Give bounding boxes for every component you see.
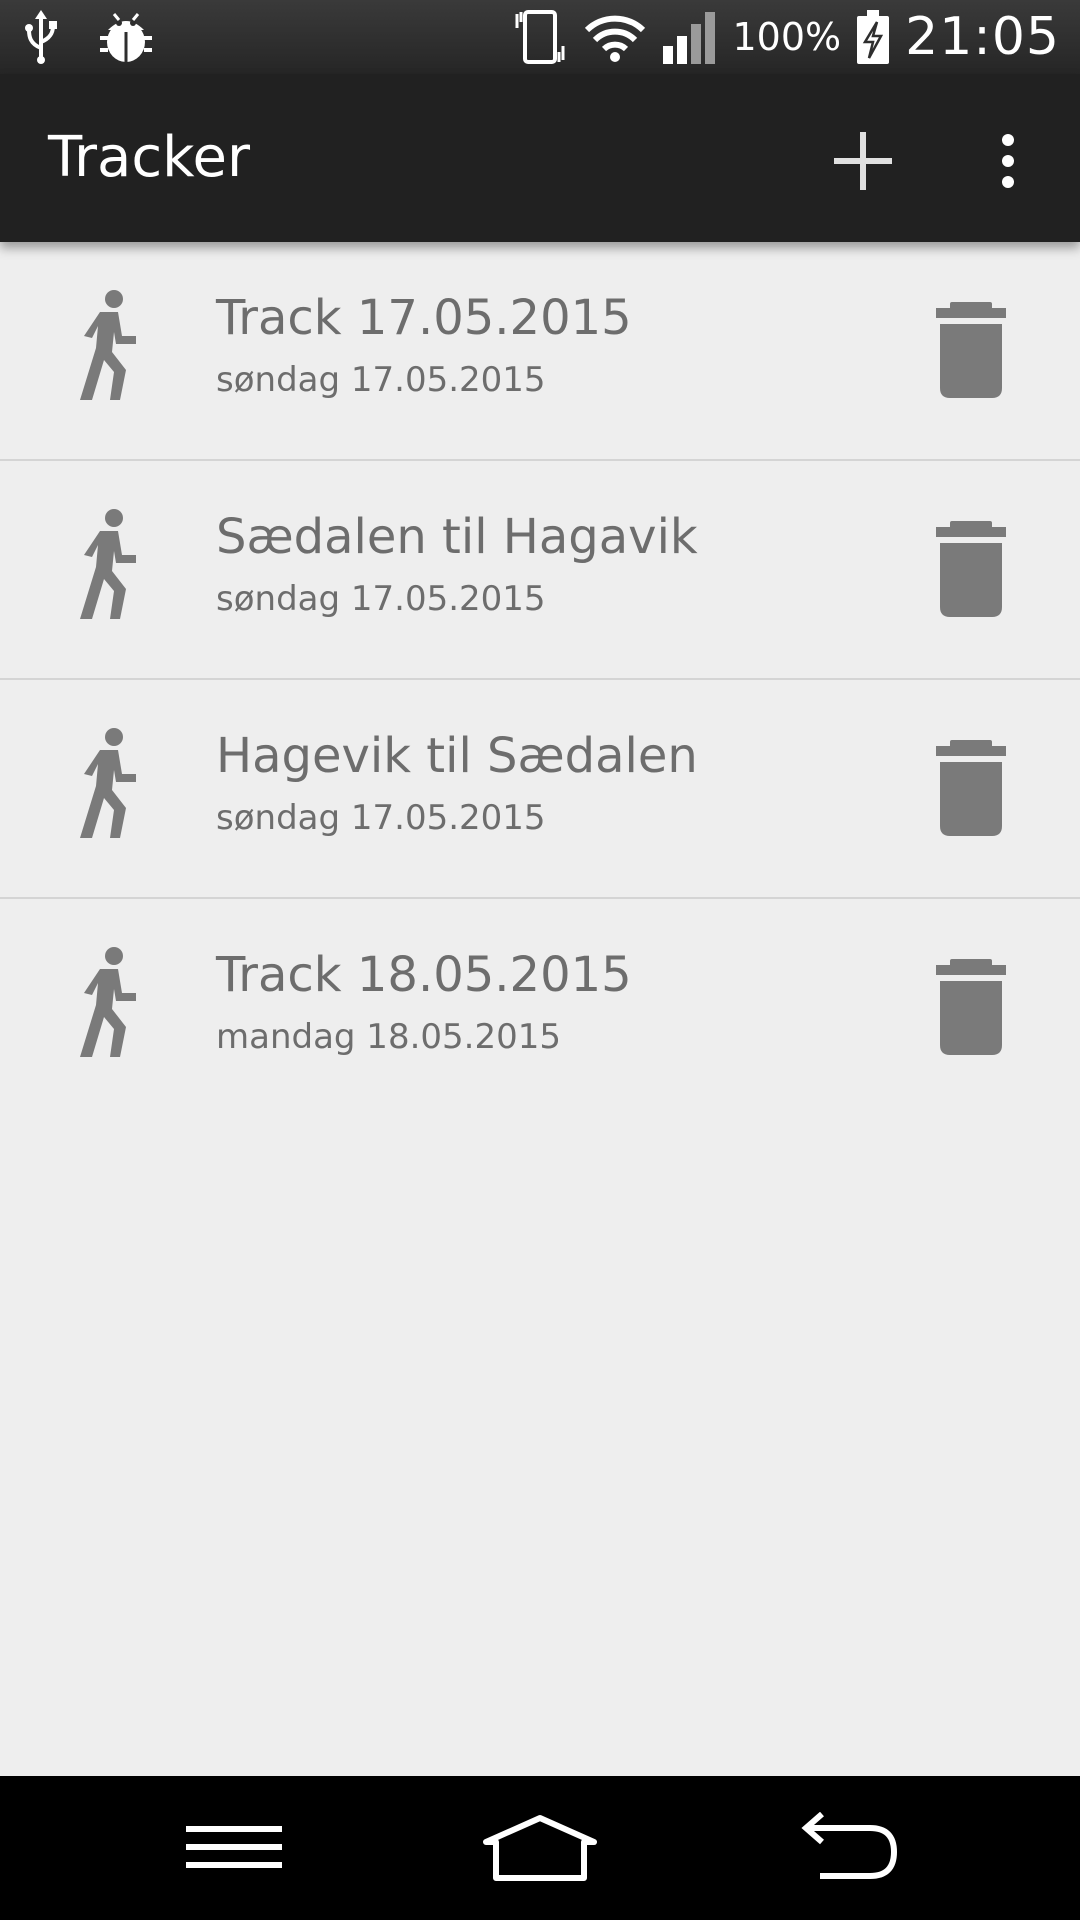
menu-icon [186,1826,282,1868]
action-bar: Tracker [0,74,1080,242]
track-list-item[interactable]: Hagevik til Sædalen søndag 17.05.2015 [0,680,1080,899]
vibrate-icon [511,8,569,66]
track-list-item[interactable]: Track 18.05.2015 mandag 18.05.2015 [0,899,1080,1116]
delete-track-button[interactable] [934,302,1008,398]
add-track-button[interactable] [826,124,900,198]
nav-home-button[interactable] [480,1812,600,1884]
trash-icon [936,959,1006,1055]
walking-person-icon [70,947,150,1059]
track-title: Track 17.05.2015 [216,290,632,346]
delete-track-button[interactable] [934,740,1008,836]
track-date: søndag 17.05.2015 [216,798,546,838]
trash-icon [936,521,1006,617]
track-title: Track 18.05.2015 [216,947,632,1003]
status-bar: 100% 21:05 [0,0,1080,74]
track-list-item[interactable]: Track 17.05.2015 søndag 17.05.2015 [0,242,1080,461]
track-list-item[interactable]: Sædalen til Hagavik søndag 17.05.2015 [0,461,1080,680]
track-date: søndag 17.05.2015 [216,579,546,619]
track-title: Sædalen til Hagavik [216,509,698,565]
track-date: mandag 18.05.2015 [216,1017,561,1057]
walking-person-icon [70,509,150,621]
status-bar-right: 100% 21:05 [511,4,1061,70]
overflow-menu-icon [1002,134,1014,188]
nav-back-button[interactable] [790,1811,900,1884]
back-icon [801,1811,898,1879]
trash-icon [936,302,1006,398]
home-icon [483,1815,597,1881]
walking-person-icon [70,728,150,840]
wifi-icon [583,10,647,64]
track-date: søndag 17.05.2015 [216,360,546,400]
navigation-bar [0,1776,1080,1920]
delete-track-button[interactable] [934,521,1008,617]
clock: 21:05 [905,7,1060,67]
battery-charging-icon [855,8,891,66]
debug-bug-icon [98,10,154,64]
status-bar-left [24,8,154,66]
track-title: Hagevik til Sædalen [216,728,698,784]
add-icon [834,132,892,190]
track-list: Track 17.05.2015 søndag 17.05.2015 Sædal… [0,242,1080,1116]
app-title: Tracker [48,125,251,190]
battery-percent: 100% [732,15,842,59]
nav-menu-button[interactable] [186,1820,282,1876]
delete-track-button[interactable] [934,959,1008,1055]
overflow-menu-button[interactable] [980,124,1036,198]
walking-person-icon [70,290,150,402]
signal-icon [661,8,719,66]
usb-icon [24,10,58,64]
trash-icon [936,740,1006,836]
